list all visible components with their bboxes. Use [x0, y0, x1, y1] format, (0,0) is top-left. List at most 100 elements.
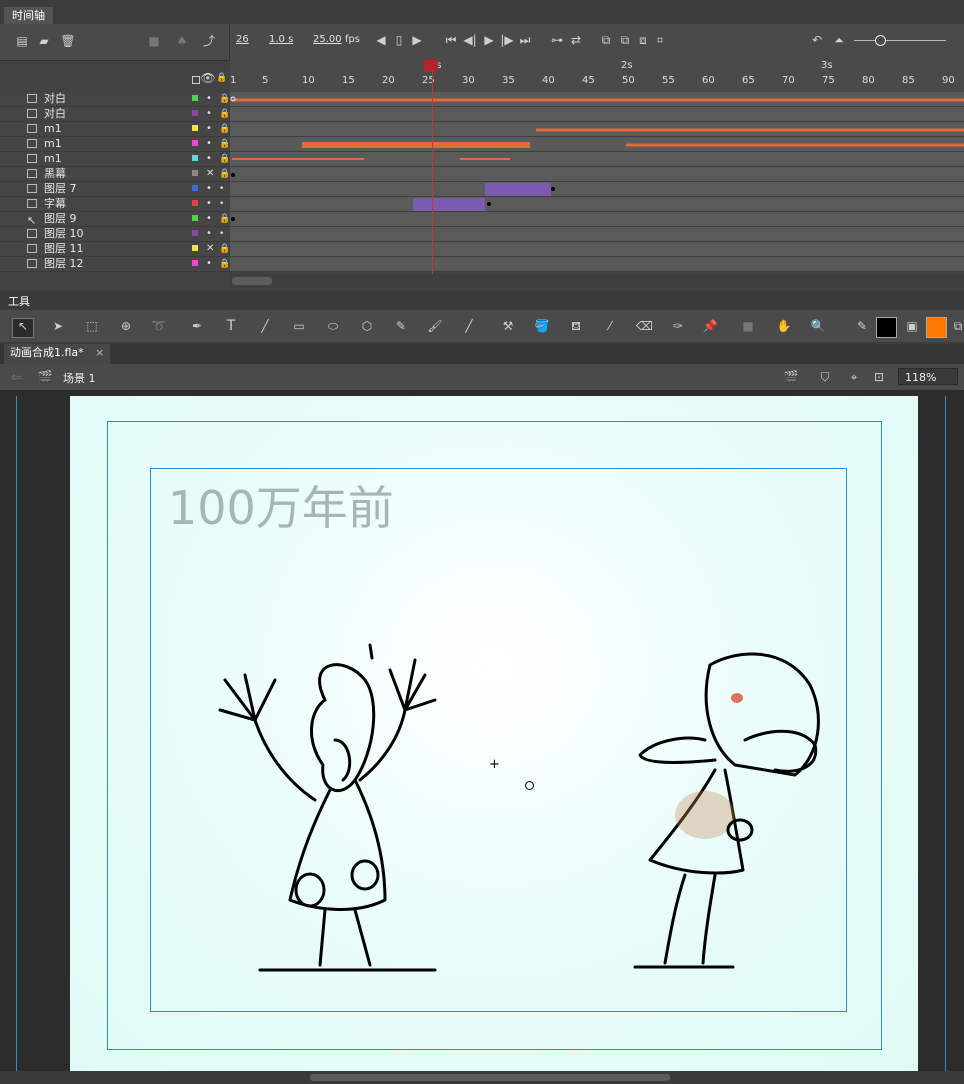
paint-brush-tool-icon[interactable]: 🖌 — [427, 319, 443, 333]
layer-name[interactable]: 图层 7 — [44, 182, 77, 196]
close-icon[interactable]: × — [95, 346, 104, 359]
timeline-hscrollbar[interactable] — [230, 274, 964, 288]
eyedropper-tool-icon[interactable]: ⁄ — [602, 319, 618, 333]
pen-tool-icon[interactable]: ✒ — [189, 319, 205, 333]
shrink-icon[interactable]: ⏶ — [831, 33, 847, 47]
width-tool-icon[interactable]: ✑ — [670, 319, 686, 333]
stage-scroll-thumb[interactable] — [310, 1074, 670, 1081]
visibility-toggle[interactable]: • — [206, 122, 212, 136]
free-transform-tool-icon[interactable]: ⬚ — [84, 319, 100, 333]
layer-header[interactable]: m1 • 🔒 — [0, 137, 230, 152]
layer-color-swatch[interactable] — [192, 200, 198, 206]
lock-toggle[interactable]: 🔒 — [219, 137, 230, 151]
motion-tween-subtitle[interactable] — [413, 198, 485, 211]
current-frame-field[interactable]: 26 — [236, 34, 249, 45]
keyframe[interactable] — [231, 173, 235, 177]
center-frame-icon[interactable]: ⊶ — [549, 33, 565, 47]
visibility-toggle[interactable]: • — [206, 197, 212, 211]
oval-tool-icon[interactable]: ⬭ — [325, 319, 341, 333]
layer-header[interactable]: ↖ 图层 9 • 🔒 — [0, 212, 230, 227]
visibility-toggle[interactable]: • — [206, 212, 212, 226]
keyframe[interactable] — [487, 202, 491, 206]
fps-field[interactable]: 25.00 fps — [313, 34, 360, 45]
playhead-handle[interactable] — [424, 60, 438, 72]
new-folder-icon[interactable]: ▰ — [36, 34, 52, 48]
layer-header[interactable]: 图层 12 • 🔒 — [0, 257, 230, 272]
bone-tool-icon[interactable]: ⚒ — [500, 319, 516, 333]
layer-header[interactable]: 字幕 • • — [0, 197, 229, 212]
rectangle-tool-icon[interactable]: ▭ — [291, 319, 307, 333]
paint-bucket-tool-icon[interactable]: 🪣 — [534, 319, 550, 333]
elapsed-time-field[interactable]: 1.0 s — [269, 34, 293, 45]
hand-tool-icon[interactable]: ✋ — [776, 319, 792, 333]
stage-title-text[interactable]: 100万年前 — [168, 472, 394, 538]
layer-color-swatch[interactable] — [192, 230, 198, 236]
camera-tool-icon[interactable]: ■ — [740, 319, 756, 333]
clip-stage-icon[interactable]: ⊡ — [871, 370, 887, 384]
layer-name[interactable]: 图层 11 — [44, 242, 84, 256]
pencil-tool-icon[interactable]: ✎ — [393, 319, 409, 333]
lock-toggle[interactable]: 🔒 — [219, 107, 230, 121]
layer-name[interactable]: 黑幕 — [44, 167, 66, 181]
frame-ruler[interactable]: 1s 2s 3s 1 5 10 15 20 25 30 35 40 45 50 … — [230, 60, 964, 92]
layer-color-swatch[interactable] — [192, 170, 198, 176]
line-tool-icon[interactable]: ╱ — [257, 319, 273, 333]
eraser-tool-icon[interactable]: ⌫ — [636, 319, 653, 333]
layer-color-swatch[interactable] — [192, 260, 198, 266]
layer-color-swatch[interactable] — [192, 185, 198, 191]
layer-header[interactable]: 对白 • 🔒 — [0, 107, 230, 122]
character-left[interactable] — [205, 640, 455, 980]
layer-color-swatch[interactable] — [192, 110, 198, 116]
layer-name[interactable]: 对白 — [44, 92, 66, 106]
lock-toggle[interactable]: • — [219, 227, 224, 241]
insert-keyframe-icon[interactable]: ▯ — [391, 33, 407, 47]
visibility-toggle[interactable]: ✕ — [206, 242, 214, 256]
layer-color-swatch[interactable] — [192, 95, 198, 101]
camera-icon[interactable]: ■ — [146, 34, 162, 48]
timeline-panel-tab[interactable]: 时间轴 — [4, 7, 53, 24]
layer-name[interactable]: 图层 12 — [44, 257, 84, 271]
onion-skin-icon[interactable]: ⧉ — [598, 33, 614, 47]
layer-header[interactable]: 对白 • 🔒 — [0, 92, 230, 107]
layer-color-swatch[interactable] — [192, 125, 198, 131]
fill-color-swatch[interactable] — [926, 317, 947, 338]
lock-toggle[interactable]: • — [219, 182, 224, 196]
swap-colors-icon[interactable]: ⧉ — [950, 319, 964, 333]
back-arrow-icon[interactable]: ⇦ — [8, 370, 24, 384]
layer-color-swatch[interactable] — [192, 245, 198, 251]
new-layer-icon[interactable]: ▤ — [14, 34, 30, 48]
layer-header[interactable]: 黑幕 ✕ 🔒 — [0, 167, 230, 182]
visibility-toggle[interactable]: • — [206, 107, 212, 121]
lock-all-icon[interactable]: 🔒 — [214, 71, 230, 85]
layer-header[interactable]: 图层 7 • • — [0, 182, 229, 197]
stage-hscrollbar[interactable] — [0, 1071, 964, 1084]
selection-tool-icon[interactable]: ↖ — [12, 318, 34, 338]
prev-keyframe-icon[interactable]: ◀ — [373, 33, 389, 47]
graph-icon[interactable]: ⤴ — [201, 34, 217, 48]
layer-color-swatch[interactable] — [192, 155, 198, 161]
onion-outline-icon[interactable]: ⧉ — [617, 33, 633, 47]
text-tool-icon[interactable]: T — [223, 319, 239, 333]
edit-symbols-icon[interactable]: ⛉ — [817, 370, 833, 384]
edit-scene-icon[interactable]: 🎬 — [783, 370, 799, 384]
zoom-slider-handle[interactable] — [875, 35, 886, 46]
lock-toggle[interactable]: 🔒 — [219, 257, 230, 271]
lock-toggle[interactable]: 🔒 — [219, 167, 230, 181]
layer-name[interactable]: m1 — [44, 152, 62, 166]
visibility-toggle[interactable]: ✕ — [206, 167, 214, 181]
layer-header[interactable]: 图层 11 ✕ 🔒 — [0, 242, 230, 257]
zoom-tool-icon[interactable]: 🔍 — [810, 319, 826, 333]
visibility-toggle[interactable]: • — [206, 137, 212, 151]
lock-toggle[interactable]: 🔒 — [219, 212, 230, 226]
stroke-color-icon[interactable]: ✎ — [854, 319, 870, 333]
layer-name[interactable]: m1 — [44, 122, 62, 136]
transform-point[interactable] — [525, 781, 534, 790]
motion-tween-layer7[interactable] — [485, 183, 551, 196]
keyframe[interactable] — [231, 217, 235, 221]
center-stage-icon[interactable]: ⌖ — [846, 370, 862, 384]
timeline-zoom-slider[interactable] — [854, 40, 946, 41]
lock-toggle[interactable]: 🔒 — [219, 122, 230, 136]
play-icon[interactable]: ▶ — [481, 33, 497, 47]
polystar-tool-icon[interactable]: ⬡ — [359, 319, 375, 333]
zoom-field[interactable]: 118% — [898, 368, 958, 385]
